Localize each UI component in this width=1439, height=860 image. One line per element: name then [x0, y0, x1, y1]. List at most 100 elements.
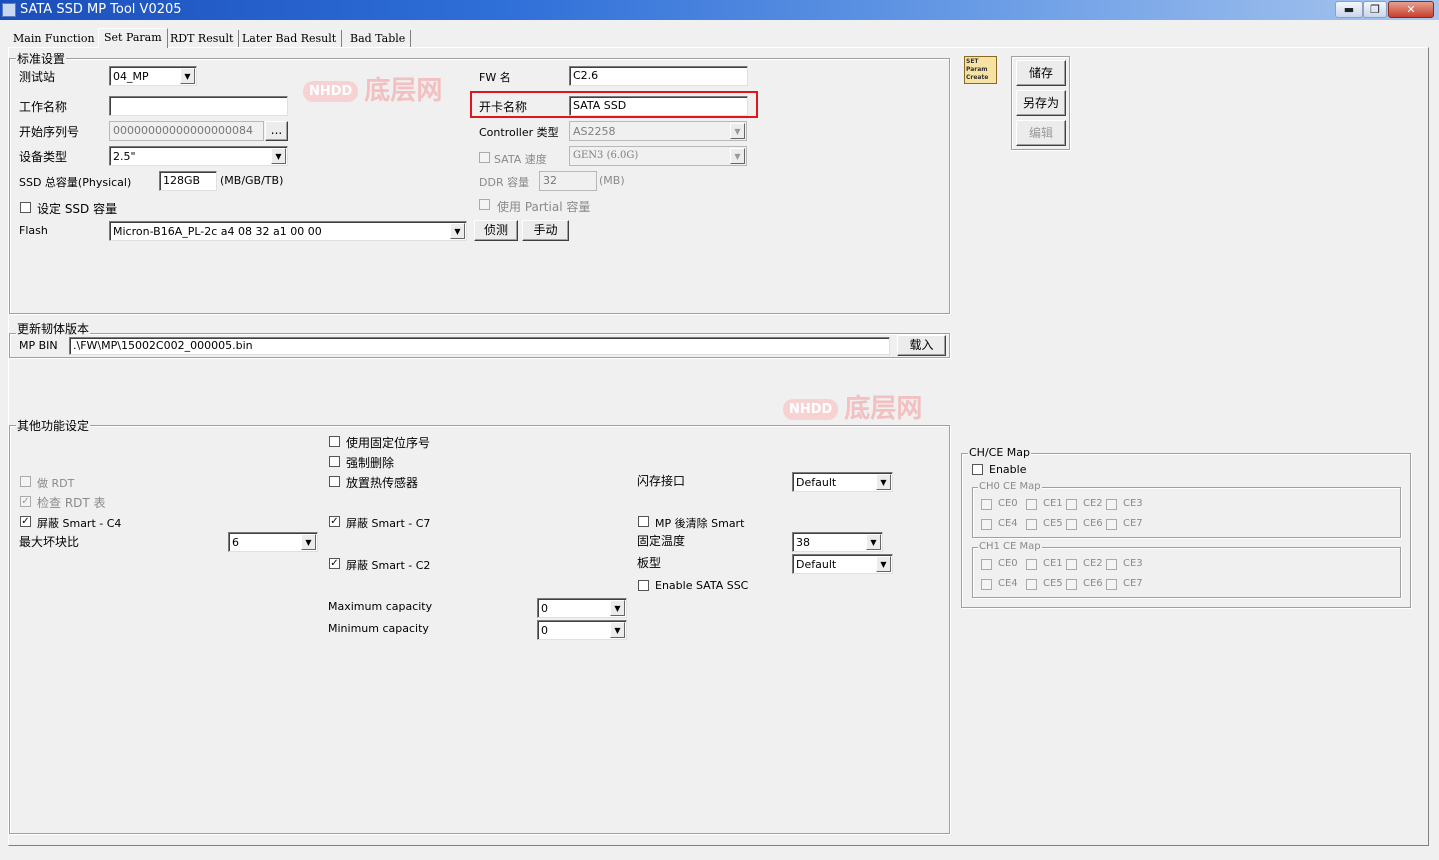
tab-bad-table[interactable]: Bad Table	[345, 30, 412, 47]
do-rdt-checkbox[interactable]	[20, 476, 31, 487]
max-bad-label: 最大坏块比	[19, 535, 80, 549]
fw-name-input[interactable]: C2.6	[569, 66, 748, 86]
sata-speed-select[interactable]: GEN3 (6.0G) ▼	[569, 146, 747, 166]
mask-c4-label: 屏蔽 Smart - C4	[37, 517, 122, 530]
ch0-ce5-label: CE5	[1043, 518, 1063, 529]
serial-browse-button[interactable]: ...	[265, 121, 288, 141]
capacity-unit: (MB/GB/TB)	[220, 174, 284, 187]
mask-c7-checkbox[interactable]: ✓	[329, 516, 340, 527]
station-value: 04_MP	[113, 70, 149, 83]
capacity-input[interactable]: 128GB	[159, 171, 217, 191]
sata-speed-checkbox[interactable]	[479, 152, 490, 163]
ch0-ce3-label: CE3	[1123, 498, 1143, 509]
force-delete-checkbox[interactable]	[329, 456, 340, 467]
min-capacity-value: 0	[541, 624, 548, 637]
tab-rdt-result[interactable]: RDT Result	[165, 30, 240, 47]
ch1-ce5-checkbox[interactable]	[1026, 579, 1037, 590]
ch0-ce4-checkbox[interactable]	[981, 519, 992, 530]
close-button[interactable]: ✕	[1388, 1, 1434, 18]
save-button[interactable]: 储存	[1016, 60, 1066, 86]
fixed-temp-select[interactable]: 38 ▼	[792, 532, 883, 552]
ch0-ce6-label: CE6	[1083, 518, 1103, 529]
maximize-button[interactable]: ❐	[1363, 1, 1387, 18]
ch0-ce6-checkbox[interactable]	[1066, 519, 1077, 530]
ch0-ce3-checkbox[interactable]	[1106, 499, 1117, 510]
ch1-ce1-checkbox[interactable]	[1026, 559, 1037, 570]
ch1-ce3-label: CE3	[1123, 558, 1143, 569]
ch0-ce1-label: CE1	[1043, 498, 1063, 509]
load-button[interactable]: 载入	[897, 335, 946, 356]
ch0-ce2-checkbox[interactable]	[1066, 499, 1077, 510]
tab-set-param[interactable]: Set Param	[98, 28, 168, 48]
fixed-temp-label: 固定温度	[637, 534, 686, 548]
ch1-ce5-label: CE5	[1043, 578, 1063, 589]
fixed-serial-checkbox[interactable]	[329, 436, 340, 447]
mask-c4-checkbox[interactable]: ✓	[20, 516, 31, 527]
ch1-ce6-checkbox[interactable]	[1066, 579, 1077, 590]
chevron-down-icon: ▼	[876, 474, 891, 490]
ch1-ce1-label: CE1	[1043, 558, 1063, 569]
window-title: SATA SSD MP Tool V0205	[20, 2, 182, 17]
tab-main-function[interactable]: Main Function	[8, 30, 101, 47]
ch0-ce2-label: CE2	[1083, 498, 1103, 509]
check-rdt-checkbox[interactable]: ✓	[20, 496, 31, 507]
ddr-label: DDR 容量	[479, 176, 530, 189]
mask-c2-checkbox[interactable]: ✓	[329, 558, 340, 569]
chce-enable-label: Enable	[989, 463, 1027, 476]
card-name-input[interactable]: SATA SSD	[569, 96, 748, 116]
max-capacity-select[interactable]: 0 ▼	[537, 598, 627, 618]
mp-clear-smart-checkbox[interactable]	[638, 516, 649, 527]
fixed-serial-label: 使用固定位序号	[346, 436, 431, 450]
station-select[interactable]: 04_MP ▼	[109, 66, 197, 86]
sata-speed-label: SATA 速度	[494, 153, 547, 166]
watermark: NHDD 底层网	[303, 70, 442, 107]
chevron-down-icon: ▼	[730, 148, 745, 164]
app-icon	[2, 3, 16, 17]
flash-interface-select[interactable]: Default ▼	[792, 472, 893, 492]
chevron-down-icon: ▼	[271, 148, 286, 164]
card-name-label: 开卡名称	[479, 100, 528, 114]
ch0-ce0-checkbox[interactable]	[981, 499, 992, 510]
edit-button[interactable]: 编辑	[1016, 120, 1066, 146]
station-label: 测试站	[19, 70, 56, 84]
work-name-input[interactable]	[109, 96, 288, 116]
partial-capacity-checkbox[interactable]	[479, 199, 490, 210]
minimize-button[interactable]: ▬	[1335, 1, 1363, 18]
flash-select[interactable]: Micron-B16A_PL-2c a4 08 32 a1 00 00 ▼	[109, 221, 467, 241]
board-value: Default	[796, 558, 837, 571]
ch0-ce7-label: CE7	[1123, 518, 1143, 529]
ch0-ce5-checkbox[interactable]	[1026, 519, 1037, 530]
ch1-ce3-checkbox[interactable]	[1106, 559, 1117, 570]
manual-button[interactable]: 手动	[522, 220, 569, 241]
mp-bin-input[interactable]: .\FW\MP\15002C002_000005.bin	[69, 337, 890, 355]
chevron-down-icon: ▼	[610, 622, 625, 638]
sata-ssc-checkbox[interactable]	[638, 580, 649, 591]
controller-select[interactable]: AS2258 ▼	[569, 121, 747, 141]
chevron-down-icon: ▼	[866, 534, 881, 550]
chce-map-legend: CH/CE Map	[968, 446, 1031, 459]
title-bar	[0, 0, 1439, 20]
ddr-input[interactable]: 32	[539, 171, 597, 191]
board-select[interactable]: Default ▼	[792, 554, 893, 574]
tab-later-bad-result[interactable]: Later Bad Result	[237, 30, 343, 47]
detect-button[interactable]: 侦测	[474, 220, 518, 241]
ch0-ce1-checkbox[interactable]	[1026, 499, 1037, 510]
ch1-ce2-checkbox[interactable]	[1066, 559, 1077, 570]
ch1-ce4-checkbox[interactable]	[981, 579, 992, 590]
serial-input[interactable]: 00000000000000000084	[109, 121, 264, 141]
save-as-button[interactable]: 另存为	[1016, 90, 1066, 116]
device-type-select[interactable]: 2.5" ▼	[109, 146, 288, 166]
mask-c2-label: 屏蔽 Smart - C2	[346, 559, 431, 572]
ch0-ce7-checkbox[interactable]	[1106, 519, 1117, 530]
watermark: NHDD 底层网	[783, 388, 922, 425]
thermal-sensor-checkbox[interactable]	[329, 476, 340, 487]
board-label: 板型	[637, 556, 662, 570]
min-capacity-select[interactable]: 0 ▼	[537, 620, 627, 640]
max-bad-select[interactable]: 6 ▼	[228, 532, 318, 552]
ch1-ce7-checkbox[interactable]	[1106, 579, 1117, 590]
chce-enable-checkbox[interactable]	[972, 464, 983, 475]
ch1-ce0-checkbox[interactable]	[981, 559, 992, 570]
set-capacity-checkbox[interactable]	[20, 202, 31, 213]
max-capacity-label: Maximum capacity	[328, 600, 433, 613]
sata-speed-value: GEN3 (6.0G)	[573, 150, 639, 161]
